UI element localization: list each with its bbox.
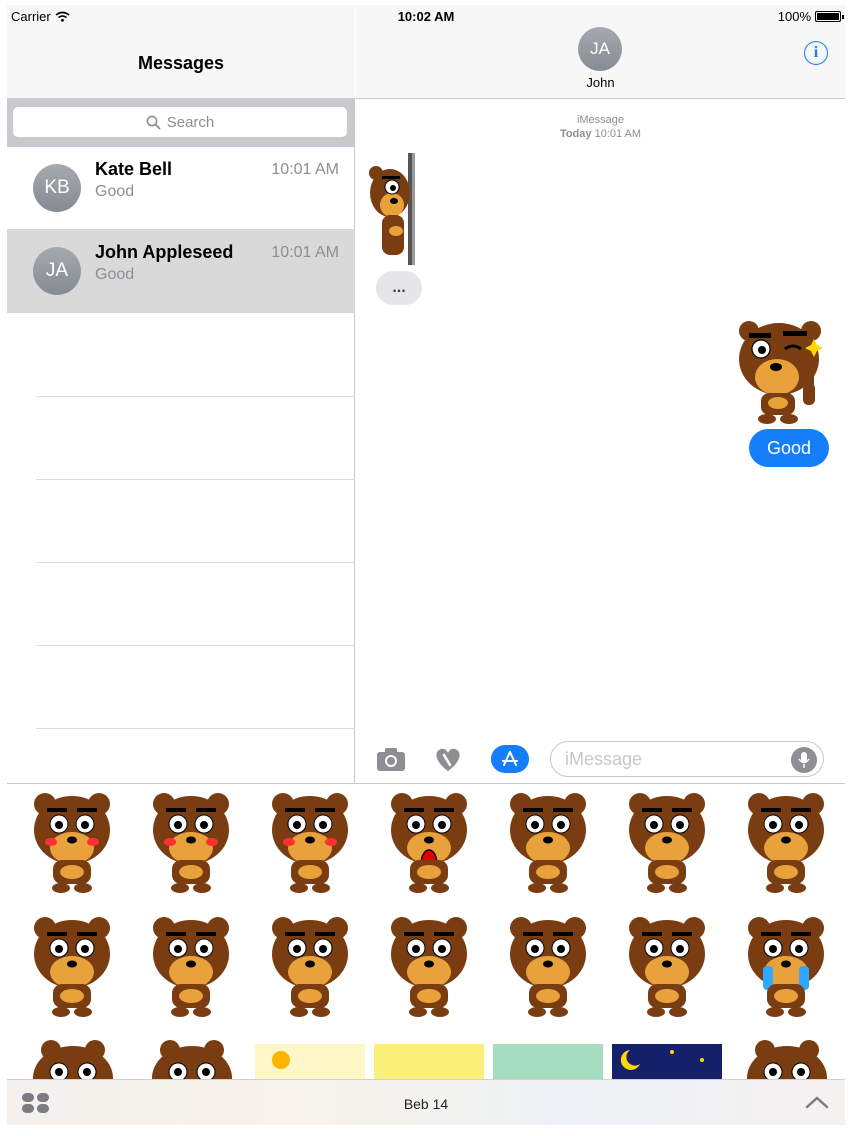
- timestamp-time: 10:01 AM: [594, 128, 642, 140]
- conversation-list-pane: Messages Search KB Kate Bell Good 10:01 …: [7, 5, 355, 783]
- sticker-image: [374, 1044, 484, 1079]
- search-placeholder: Search: [166, 113, 215, 131]
- sticker-image: [152, 1040, 232, 1079]
- sticker-bear[interactable]: [731, 1038, 841, 1079]
- sticker-image: [33, 1040, 113, 1079]
- app-drawer-bar: Beb 14: [7, 1079, 845, 1125]
- chevron-up-icon[interactable]: [805, 1094, 829, 1110]
- list-divider: [36, 562, 355, 563]
- app-store-button[interactable]: [491, 745, 529, 773]
- sticker-sunny-bear[interactable]: [255, 1038, 365, 1079]
- camera-icon[interactable]: [375, 745, 407, 773]
- sticker-yellow-bear[interactable]: [374, 1038, 484, 1079]
- battery-percent: 100%: [777, 9, 811, 24]
- sticker-dancing-bear[interactable]: [612, 914, 722, 1024]
- incoming-peeking-bear-sticker[interactable]: [368, 153, 420, 265]
- sticker-sleeping-bear[interactable]: [493, 914, 603, 1024]
- sticker-image: [391, 793, 467, 893]
- conversation-preview: Good: [95, 266, 135, 283]
- sticker-thinking-bear[interactable]: [374, 914, 484, 1024]
- sticker-night-bear[interactable]: [612, 1038, 722, 1079]
- sticker-image: [34, 793, 110, 893]
- sticker-image: [391, 917, 467, 1017]
- typing-indicator: ...: [376, 271, 422, 305]
- sticker-bear[interactable]: [17, 1038, 127, 1079]
- sticker-shy-bear[interactable]: [255, 790, 365, 900]
- outgoing-message-bubble[interactable]: Good: [748, 429, 829, 467]
- contact-name[interactable]: John: [356, 75, 845, 90]
- info-icon: i: [813, 44, 819, 61]
- search-bar: Search: [7, 99, 355, 147]
- sticker-bear[interactable]: [136, 1038, 246, 1079]
- sticker-image: [510, 917, 586, 1017]
- sticker-green-bear[interactable]: [493, 1038, 603, 1079]
- conversation-name: Kate Bell: [95, 159, 173, 179]
- sticker-thumbs-up-bear[interactable]: [136, 914, 246, 1024]
- contact-avatar[interactable]: JA: [578, 27, 622, 71]
- list-divider: [36, 645, 355, 646]
- conversation-pane: JA John i iMessage Today 10:01 AM ... Go…: [356, 5, 845, 783]
- microphone-icon: [798, 752, 810, 768]
- imessage-input[interactable]: iMessage: [550, 741, 824, 777]
- microphone-button[interactable]: [791, 747, 817, 773]
- sticker-dizzy-bear[interactable]: [612, 790, 722, 900]
- sticker-shocked-bear[interactable]: [374, 790, 484, 900]
- sticker-image: [629, 917, 705, 1017]
- avatar: KB: [33, 164, 81, 212]
- outgoing-thumbs-up-bear-sticker[interactable]: [731, 315, 831, 427]
- sticker-image: [510, 793, 586, 893]
- sticker-image: [153, 917, 229, 1017]
- status-bar: Carrier 10:02 AM 100%: [7, 5, 845, 27]
- conversation-preview: Good: [95, 183, 135, 200]
- conversation-row-john-appleseed[interactable]: JA John Appleseed Good 10:01 AM: [7, 230, 355, 313]
- battery-icon: [815, 11, 844, 22]
- sticker-tray: [7, 783, 845, 1079]
- conversation-name: John Appleseed: [95, 242, 234, 262]
- search-icon: [146, 115, 161, 129]
- digital-touch-heart-icon[interactable]: [432, 745, 464, 773]
- sticker-image: [255, 1044, 365, 1079]
- sticker-shrug-bear[interactable]: [255, 914, 365, 1024]
- list-divider: [36, 728, 355, 729]
- sticker-image: [747, 1040, 827, 1079]
- sticker-image: [34, 917, 110, 1017]
- ipad-screen: Messages Search KB Kate Bell Good 10:01 …: [7, 5, 845, 1125]
- battery: 100%: [777, 9, 844, 24]
- status-time: 10:02 AM: [397, 9, 455, 24]
- sticker-stunned-bear[interactable]: [493, 790, 603, 900]
- sticker-blushing-bear[interactable]: [17, 790, 127, 900]
- sticker-fallen-bear[interactable]: [17, 914, 127, 1024]
- conversation-row-kate-bell[interactable]: KB Kate Bell Good 10:01 AM: [7, 147, 355, 230]
- sticker-image: [493, 1044, 603, 1079]
- app-store-icon: [502, 751, 518, 766]
- imessage-placeholder: iMessage: [565, 748, 643, 769]
- sticker-crying-bear[interactable]: [731, 914, 841, 1024]
- search-input[interactable]: Search: [13, 107, 347, 137]
- sticker-pack-name: Beb 14: [403, 1096, 449, 1112]
- sticker-image: [748, 917, 824, 1017]
- page-title: Messages: [137, 53, 225, 73]
- conversation-time: 10:01 AM: [271, 244, 339, 261]
- list-divider: [36, 396, 355, 397]
- sticker-image: [629, 793, 705, 893]
- sticker-flying-bear[interactable]: [731, 790, 841, 900]
- sticker-image: [272, 917, 348, 1017]
- sticker-image: [272, 793, 348, 893]
- service-label: iMessage: [576, 114, 625, 126]
- avatar: JA: [33, 247, 81, 295]
- message-timestamp: Today 10:01 AM: [356, 128, 845, 140]
- sticker-happy-blush-bear[interactable]: [136, 790, 246, 900]
- list-divider: [36, 479, 355, 480]
- sticker-image: [612, 1044, 722, 1079]
- info-button[interactable]: i: [804, 41, 828, 65]
- conversation-time: 10:01 AM: [271, 161, 339, 178]
- sticker-image: [748, 793, 824, 893]
- sticker-image: [153, 793, 229, 893]
- timestamp-day: Today: [559, 128, 592, 140]
